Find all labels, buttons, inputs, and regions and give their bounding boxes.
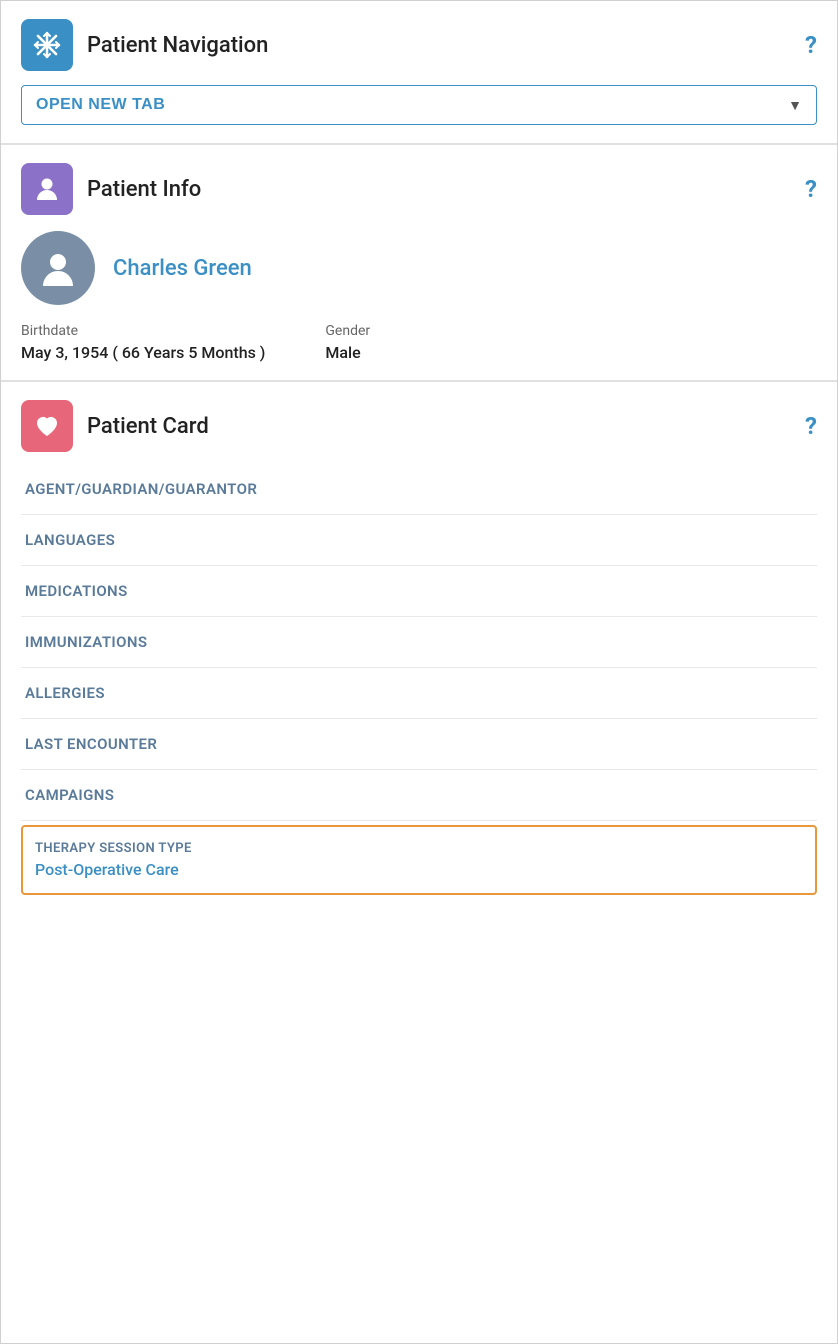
- open-new-tab-button[interactable]: OPEN NEW TAB ▼: [21, 85, 817, 125]
- nav-section-title: Patient Navigation: [87, 33, 268, 58]
- therapy-session-type-label: THERAPY SESSION TYPE: [35, 841, 803, 856]
- patient-card-header-left: Patient Card: [21, 400, 209, 452]
- patient-details-row: Birthdate May 3, 1954 ( 66 Years 5 Month…: [21, 323, 817, 362]
- avatar: [21, 231, 95, 305]
- app-container: Patient Navigation ? OPEN NEW TAB ▼ Pati…: [0, 0, 838, 1344]
- patient-info-help-icon[interactable]: ?: [805, 175, 817, 203]
- menu-item-therapy-session-type[interactable]: THERAPY SESSION TYPE Post-Operative Care: [21, 825, 817, 895]
- patient-card-header: Patient Card ?: [21, 400, 817, 452]
- birthdate-value: May 3, 1954 ( 66 Years 5 Months ): [21, 343, 265, 362]
- card-menu-list: AGENT/GUARDIAN/GUARANTOR LANGUAGES MEDIC…: [21, 464, 817, 899]
- menu-item-agent-guardian[interactable]: AGENT/GUARDIAN/GUARANTOR: [21, 464, 817, 515]
- gender-group: Gender Male: [325, 323, 370, 362]
- patient-card-section: Patient Card ? AGENT/GUARDIAN/GUARANTOR …: [1, 382, 837, 1343]
- nav-help-icon[interactable]: ?: [805, 31, 817, 59]
- patient-info-header-left: Patient Info: [21, 163, 201, 215]
- patient-navigation-section: Patient Navigation ? OPEN NEW TAB ▼: [1, 1, 837, 145]
- therapy-session-type-value: Post-Operative Care: [35, 860, 803, 879]
- gender-value: Male: [325, 343, 370, 362]
- menu-item-immunizations[interactable]: IMMUNIZATIONS: [21, 617, 817, 668]
- snowflake-icon: [33, 31, 61, 59]
- heart-icon: [33, 412, 61, 440]
- birthdate-label: Birthdate: [21, 323, 265, 339]
- menu-item-campaigns[interactable]: CAMPAIGNS: [21, 770, 817, 821]
- patient-info-header: Patient Info ?: [21, 163, 817, 215]
- nav-header-left: Patient Navigation: [21, 19, 268, 71]
- patient-avatar-row: Charles Green: [21, 231, 817, 305]
- patient-name[interactable]: Charles Green: [113, 256, 252, 281]
- patient-card-help-icon[interactable]: ?: [805, 412, 817, 440]
- nav-section-header: Patient Navigation ?: [21, 19, 817, 71]
- patient-card-title: Patient Card: [87, 414, 209, 439]
- patient-info-title: Patient Info: [87, 177, 201, 202]
- birthdate-group: Birthdate May 3, 1954 ( 66 Years 5 Month…: [21, 323, 265, 362]
- patient-info-section: Patient Info ? Charles Green Birthdate M…: [1, 145, 837, 382]
- menu-item-last-encounter[interactable]: LAST ENCOUNTER: [21, 719, 817, 770]
- dropdown-arrow-icon: ▼: [788, 97, 802, 113]
- person-icon: [33, 175, 61, 203]
- patient-info-icon-box: [21, 163, 73, 215]
- menu-item-allergies[interactable]: ALLERGIES: [21, 668, 817, 719]
- gender-label: Gender: [325, 323, 370, 339]
- avatar-person-icon: [38, 248, 78, 288]
- nav-icon-box: [21, 19, 73, 71]
- menu-item-medications[interactable]: MEDICATIONS: [21, 566, 817, 617]
- patient-card-icon-box: [21, 400, 73, 452]
- open-new-tab-label: OPEN NEW TAB: [36, 96, 165, 114]
- menu-item-languages[interactable]: LANGUAGES: [21, 515, 817, 566]
